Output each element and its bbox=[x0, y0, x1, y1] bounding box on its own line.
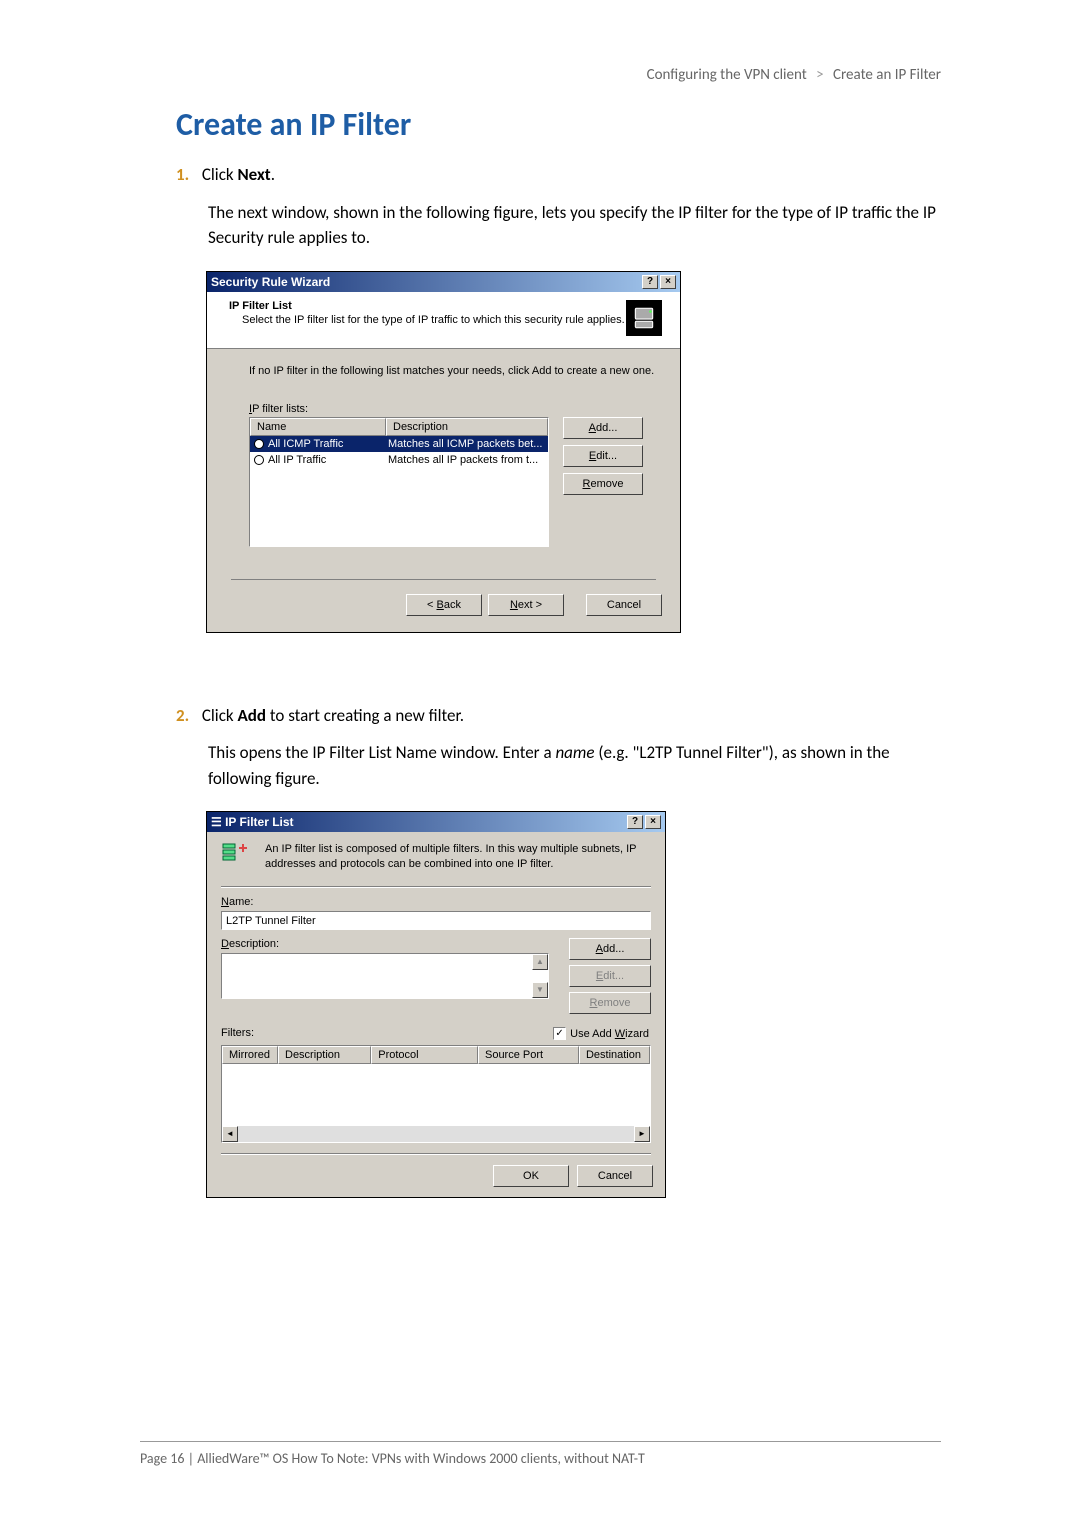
scroll-left-icon: ◄ bbox=[222, 1126, 238, 1142]
dialog-header: IP Filter List Select the IP filter list… bbox=[207, 292, 680, 349]
description-textarea[interactable]: ▲ ▼ bbox=[221, 953, 549, 999]
checkbox-label: Use Add Wizard bbox=[570, 1028, 649, 1040]
filters-listbox[interactable]: Mirrored Description Protocol Source Por… bbox=[221, 1045, 651, 1143]
add-button[interactable]: Add... bbox=[569, 938, 651, 960]
breadcrumb-section: Configuring the VPN client bbox=[647, 66, 807, 84]
column-destination[interactable]: Destination bbox=[579, 1046, 650, 1064]
security-rule-wizard-dialog: Security Rule Wizard ? × IP Filter List … bbox=[206, 271, 681, 633]
dialog-intro-text: If no IP filter in the following list ma… bbox=[249, 365, 656, 377]
listbox-label: IIP filter lists:P filter lists: bbox=[249, 403, 656, 415]
breadcrumb-page: Create an IP Filter bbox=[833, 66, 941, 84]
column-name[interactable]: Name bbox=[250, 418, 386, 436]
dialog-header-title: IP Filter List bbox=[229, 300, 625, 312]
remove-button[interactable]: Remove bbox=[563, 473, 643, 495]
filters-label: Filters: bbox=[221, 1027, 254, 1039]
breadcrumb: Configuring the VPN client > Create an I… bbox=[647, 66, 941, 84]
column-source-port[interactable]: Source Port bbox=[478, 1046, 579, 1064]
name-label: Name: bbox=[221, 896, 651, 908]
step-2: 2. Click Add to start creating a new fil… bbox=[176, 703, 941, 729]
list-row[interactable]: All IP Traffic Matches all IP packets fr… bbox=[250, 452, 548, 468]
dialog-header-subtitle: Select the IP filter list for the type o… bbox=[242, 314, 625, 326]
edit-button[interactable]: Edit... bbox=[563, 445, 643, 467]
server-icon bbox=[626, 300, 662, 336]
step-text-post: to start creating a new filter. bbox=[266, 705, 464, 726]
horizontal-scrollbar[interactable]: ◄ ► bbox=[222, 1126, 650, 1142]
help-button[interactable]: ? bbox=[627, 815, 643, 829]
column-description[interactable]: Description bbox=[278, 1046, 371, 1064]
dialog-titlebar: Security Rule Wizard ? × bbox=[207, 272, 680, 292]
checkbox-icon: ✓ bbox=[553, 1027, 566, 1040]
filter-list-icon bbox=[221, 842, 253, 874]
ip-filter-listbox[interactable]: Name Description All ICMP Traffic Matche… bbox=[249, 417, 549, 547]
list-row-selected[interactable]: All ICMP Traffic Matches all ICMP packet… bbox=[250, 436, 548, 452]
add-button[interactable]: Add... bbox=[563, 417, 643, 439]
row-desc: Matches all IP packets from t... bbox=[388, 454, 548, 466]
scroll-right-icon: ► bbox=[634, 1126, 650, 1142]
breadcrumb-separator: > bbox=[816, 66, 823, 84]
step-bold: Add bbox=[237, 705, 266, 726]
step-2-body: This opens the IP Filter List Name windo… bbox=[208, 740, 941, 791]
column-mirrored[interactable]: Mirrored bbox=[222, 1046, 278, 1064]
remove-button: Remove bbox=[569, 992, 651, 1014]
scroll-up-icon: ▲ bbox=[532, 954, 548, 970]
dialog-description: An IP filter list is composed of multipl… bbox=[265, 842, 651, 872]
cancel-button[interactable]: Cancel bbox=[577, 1165, 653, 1187]
row-name: All ICMP Traffic bbox=[268, 438, 388, 450]
ip-filter-list-dialog: ☰ IP Filter List ? × An IP filter list i… bbox=[206, 811, 666, 1198]
step-number: 1. bbox=[176, 162, 198, 188]
scroll-down-icon: ▼ bbox=[532, 982, 548, 998]
close-button[interactable]: × bbox=[645, 815, 661, 829]
step-text-pre: Click bbox=[202, 705, 238, 726]
dialog-title: ☰ IP Filter List bbox=[211, 815, 294, 829]
column-description[interactable]: Description bbox=[386, 418, 548, 436]
column-protocol[interactable]: Protocol bbox=[371, 1046, 478, 1064]
step-bold: Next bbox=[237, 164, 270, 185]
use-add-wizard-checkbox[interactable]: ✓ Use Add Wizard bbox=[553, 1027, 649, 1040]
listbox-header: Name Description bbox=[250, 418, 548, 436]
page-title: Create an IP Filter bbox=[176, 105, 941, 144]
step-text-pre: Click bbox=[202, 164, 238, 185]
back-button[interactable]: < Back bbox=[406, 594, 482, 616]
radio-icon bbox=[254, 439, 264, 449]
step-number: 2. bbox=[176, 703, 198, 729]
row-name: All IP Traffic bbox=[268, 454, 388, 466]
dialog-titlebar: ☰ IP Filter List ? × bbox=[207, 812, 665, 832]
step-1: 1. Click Next. bbox=[176, 162, 941, 188]
cancel-button[interactable]: Cancel bbox=[586, 594, 662, 616]
filters-header: Mirrored Description Protocol Source Por… bbox=[222, 1046, 650, 1064]
radio-icon bbox=[254, 455, 264, 465]
next-button[interactable]: Next > bbox=[488, 594, 564, 616]
name-input[interactable] bbox=[221, 911, 651, 930]
help-button[interactable]: ? bbox=[642, 275, 658, 289]
close-button[interactable]: × bbox=[660, 275, 676, 289]
row-desc: Matches all ICMP packets bet... bbox=[388, 438, 548, 450]
page-footer: Page 16 | AlliedWare™ OS How To Note: VP… bbox=[140, 1441, 941, 1467]
description-label: Description: bbox=[221, 938, 551, 950]
dialog-title: Security Rule Wizard bbox=[211, 275, 330, 289]
step-1-body: The next window, shown in the following … bbox=[208, 200, 941, 251]
ok-button[interactable]: OK bbox=[493, 1165, 569, 1187]
step-text-post: . bbox=[271, 164, 275, 185]
edit-button: Edit... bbox=[569, 965, 651, 987]
